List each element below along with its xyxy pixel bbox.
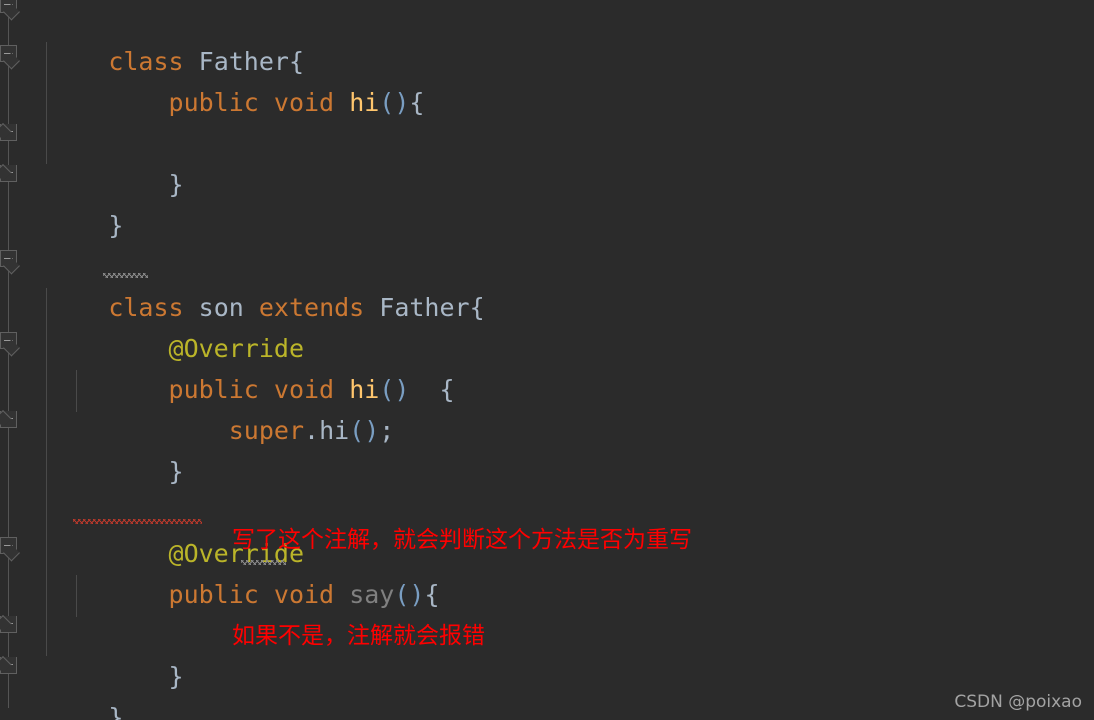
token-keyword-void: void: [273, 88, 335, 117]
token-parens: (): [349, 416, 380, 445]
code-line[interactable]: @Override: [18, 287, 304, 363]
token-brace: }: [168, 662, 184, 691]
token-keyword-public: public: [168, 88, 259, 117]
code-line[interactable]: super.hi();: [18, 369, 395, 445]
token-brace: }: [108, 703, 124, 720]
code-line[interactable]: }: [18, 164, 123, 240]
token-keyword-super: super: [228, 416, 304, 445]
annotation-note-line-2: 如果不是，注解就会报错: [232, 623, 485, 649]
code-line[interactable]: class son extends Father{: [18, 246, 484, 322]
token-brace: }: [108, 211, 124, 240]
token-brace: {: [469, 293, 485, 322]
token-semicolon: ;: [379, 416, 395, 445]
token-brace: {: [409, 88, 425, 117]
token-method-hi: hi: [349, 88, 380, 117]
watermark: CSDN @poixao: [954, 692, 1082, 712]
code-line[interactable]: }: [18, 615, 184, 691]
red-annotation-note: 写了这个注解，就会判断这个方法是否为重写 如果不是，注解就会报错: [232, 460, 692, 716]
token-parens: (): [379, 88, 410, 117]
code-line[interactable]: public void hi(){: [18, 41, 425, 117]
code-line[interactable]: class Father{: [18, 0, 304, 76]
token-dot: .: [304, 416, 320, 445]
code-editor-screen: class Father{ public void hi(){ } } clas…: [0, 0, 1094, 720]
token-identifier-father: Father: [379, 293, 470, 322]
code-line[interactable]: }: [18, 123, 184, 199]
code-line[interactable]: }: [18, 656, 123, 720]
code-line[interactable]: }: [18, 410, 184, 486]
annotation-note-line-1: 写了这个注解，就会判断这个方法是否为重写: [232, 527, 692, 553]
code-line[interactable]: public void hi() {: [18, 328, 455, 404]
token-brace: }: [168, 457, 184, 486]
token-brace: }: [168, 170, 184, 199]
token-method-call-hi: hi: [319, 416, 350, 445]
token-brace: {: [439, 375, 455, 404]
